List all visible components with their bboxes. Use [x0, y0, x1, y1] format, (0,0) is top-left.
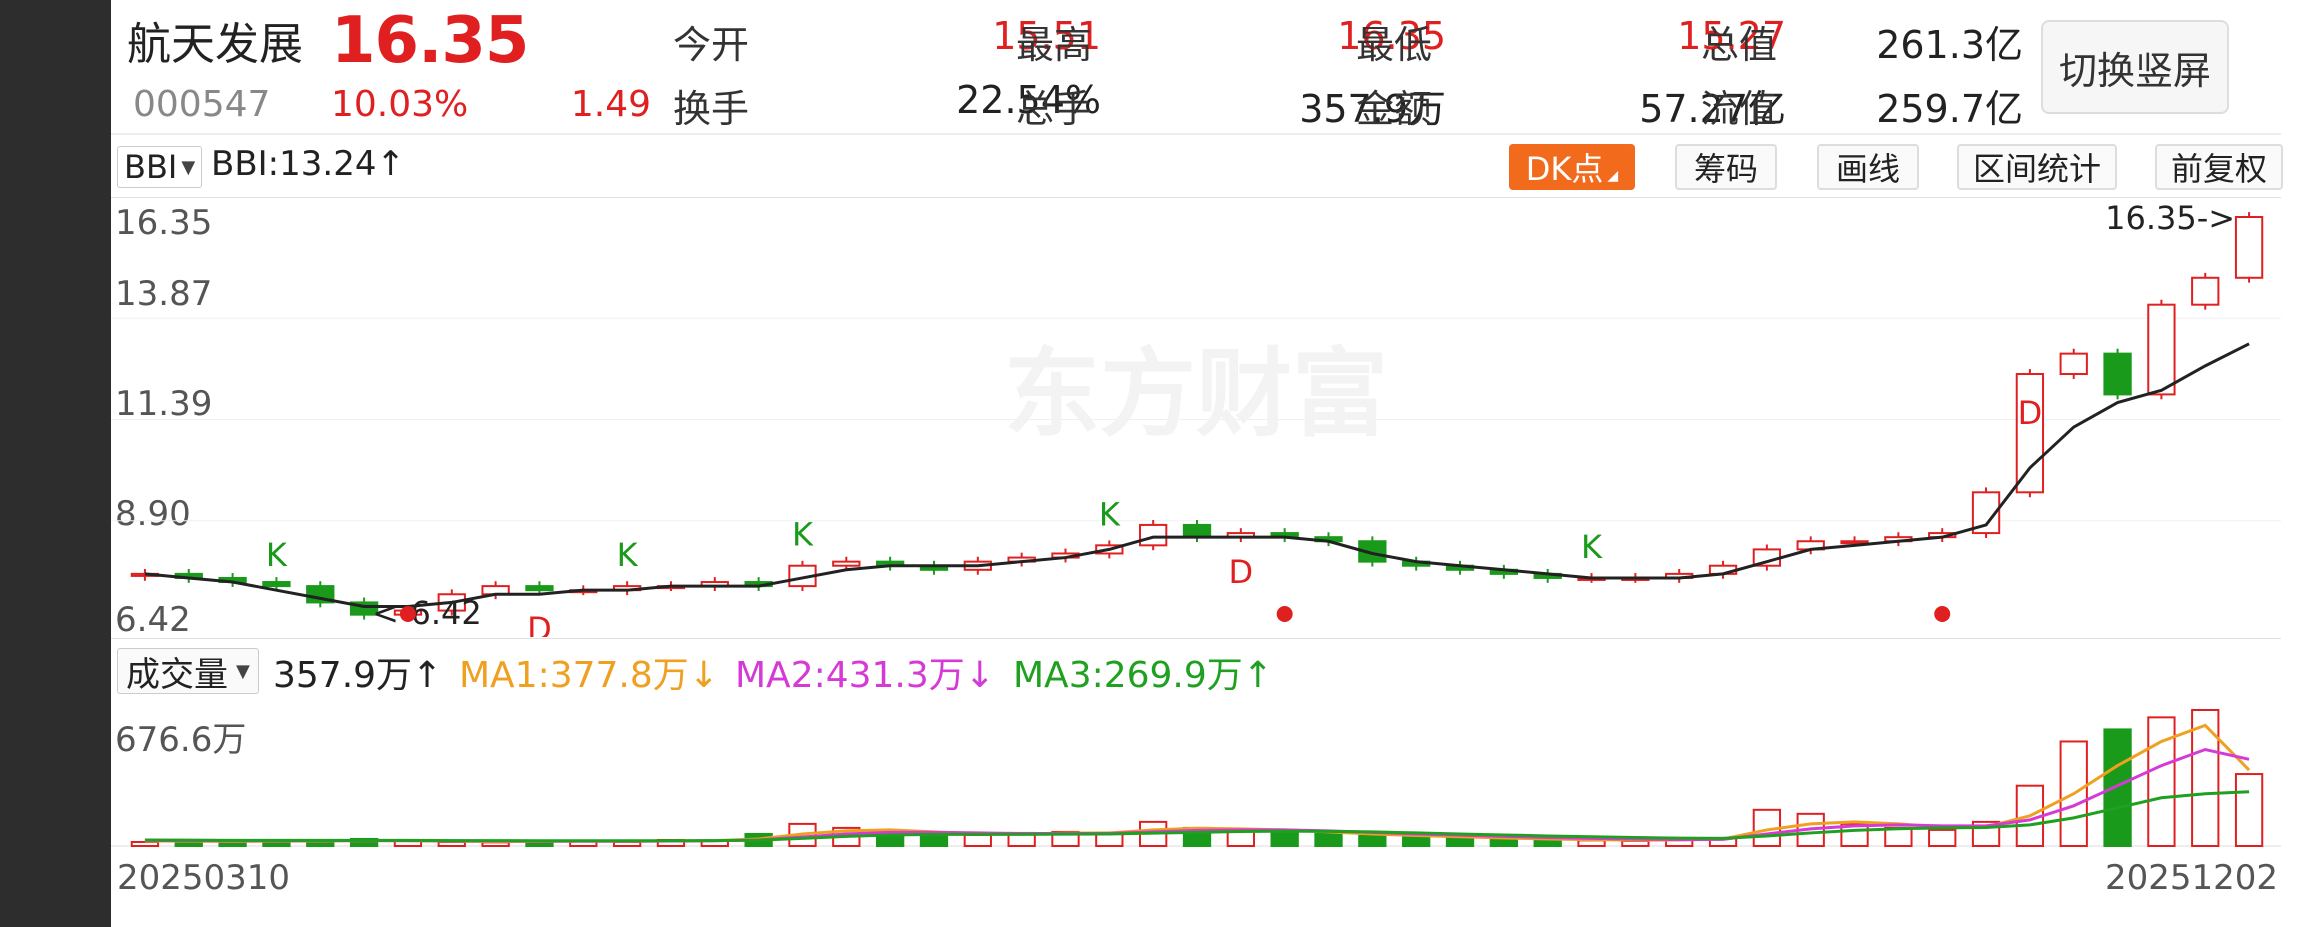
change-percent: 10.03%: [331, 84, 469, 125]
ma3-value: MA3:269.9万↑: [1013, 655, 1273, 696]
candle-body: [2015, 373, 2045, 494]
stat-value-total-value: 261.3亿: [1876, 23, 2023, 67]
candle-body: [2059, 352, 2088, 376]
min-price-marker: <-6.42: [372, 594, 482, 632]
volume-bar: [1358, 834, 1387, 848]
buy-signal-k: K: [792, 516, 814, 554]
volume-bar: [1489, 837, 1519, 848]
buy-signal-k: K: [1099, 495, 1121, 533]
stock-code: 000547: [133, 84, 271, 125]
volume-chart[interactable]: [111, 700, 2281, 848]
watermark-text: 东方财富: [1004, 338, 1388, 450]
stat-label-low: 最低: [1356, 23, 1433, 67]
stat-label-amount: 金额: [1356, 87, 1433, 131]
stat-label-high: 最高: [1016, 23, 1093, 67]
stat-label-open: 今开: [673, 23, 750, 67]
drawing-button[interactable]: 画线: [1817, 144, 1919, 190]
switch-portrait-button[interactable]: 切换竖屏: [2041, 20, 2229, 114]
volume-bar: [2191, 709, 2220, 847]
candle-body: [525, 585, 554, 592]
left-dark-strip: [0, 0, 111, 927]
candle-body: [2147, 303, 2176, 396]
volume-indicator-select[interactable]: 成交量 ▼: [117, 648, 259, 695]
end-date-label: 20251202: [2105, 858, 2279, 898]
signal-dot: [1934, 606, 1951, 622]
candle-body: [2103, 352, 2132, 396]
buy-signal-k: K: [266, 536, 288, 574]
candle-body: [2234, 216, 2264, 279]
chips-button[interactable]: 筹码: [1675, 144, 1777, 190]
candle-body: [1139, 523, 1168, 547]
stat-value-float-value: 259.7亿: [1876, 87, 2023, 131]
volume-bar: [963, 833, 992, 847]
signal-dot: [1276, 606, 1293, 622]
sell-signal-d: D: [527, 610, 552, 637]
volume-bar: [1884, 826, 1913, 847]
candlestick-chart[interactable]: 东方财富 16.35-> <-6.42 K K K K K D D D D: [111, 197, 2281, 637]
ma1-value: MA1:377.8万↓: [459, 655, 719, 696]
volume-bar: [1095, 832, 1124, 847]
volume-bar: [2103, 728, 2132, 848]
buy-signal-k: K: [1581, 528, 1603, 566]
bbi-indicator-value: BBI:13.24↑: [211, 144, 405, 184]
volume-bar: [1577, 839, 1606, 847]
header-divider: [111, 133, 2281, 135]
stock-price: 16.35: [331, 4, 529, 78]
dk-point-button[interactable]: DK点 ◢: [1509, 144, 1635, 190]
ma2-value: MA2:431.3万↓: [735, 655, 995, 696]
volume-bar: [218, 841, 247, 848]
max-price-marker: 16.35->: [2105, 199, 2235, 237]
change-amount: 1.49: [570, 84, 651, 125]
chevron-down-icon: ▼: [181, 156, 196, 178]
volume-value: 357.9万↑: [273, 655, 443, 696]
adjust-mode-button[interactable]: 前复权: [2155, 144, 2283, 190]
chevron-down-icon: ▼: [236, 660, 250, 682]
candle-body: [262, 581, 291, 588]
volume-bar: [1928, 828, 1957, 848]
signal-dot: [399, 606, 416, 622]
volume-bar: [1445, 836, 1475, 847]
stat-label-total-value: 总值: [1701, 23, 1778, 67]
indicator-select-label: BBI: [124, 148, 178, 186]
volume-bar: [1402, 835, 1431, 847]
dk-point-label: DK点: [1525, 150, 1604, 188]
corner-triangle-icon: ◢: [1607, 168, 1619, 184]
volume-bar: [1270, 830, 1299, 847]
sell-signal-d: D: [396, 631, 421, 637]
candle-body: [1840, 540, 1869, 545]
indicator-select[interactable]: BBI ▼: [117, 146, 203, 188]
ma1-line: [144, 723, 2251, 844]
stock-name: 航天发展: [127, 19, 303, 70]
stat-label-float-value: 流值: [1701, 87, 1778, 131]
candle-body: [832, 560, 861, 567]
interval-stats-button[interactable]: 区间统计: [1957, 144, 2117, 190]
sell-signal-d: D: [1229, 553, 1254, 591]
volume-bar: [1314, 832, 1343, 847]
stat-label-turnover: 换手: [673, 87, 750, 131]
candle-body: [1182, 523, 1212, 539]
volume-select-label: 成交量: [126, 654, 228, 695]
sell-signal-d: D: [2018, 394, 2043, 432]
candle-body: [2191, 276, 2220, 306]
volume-bar: [1533, 838, 1562, 847]
stat-label-total-volume: 总手: [1016, 87, 1093, 131]
start-date-label: 20250310: [117, 858, 291, 898]
volume-bar: [2234, 773, 2264, 847]
buy-signal-k: K: [617, 536, 639, 574]
stock-chart-app: 航天发展 16.35 000547 10.03% 1.49 今开 15.51 最…: [111, 0, 2310, 927]
volume-bar: [130, 840, 160, 848]
volume-bar: [1621, 839, 1650, 847]
